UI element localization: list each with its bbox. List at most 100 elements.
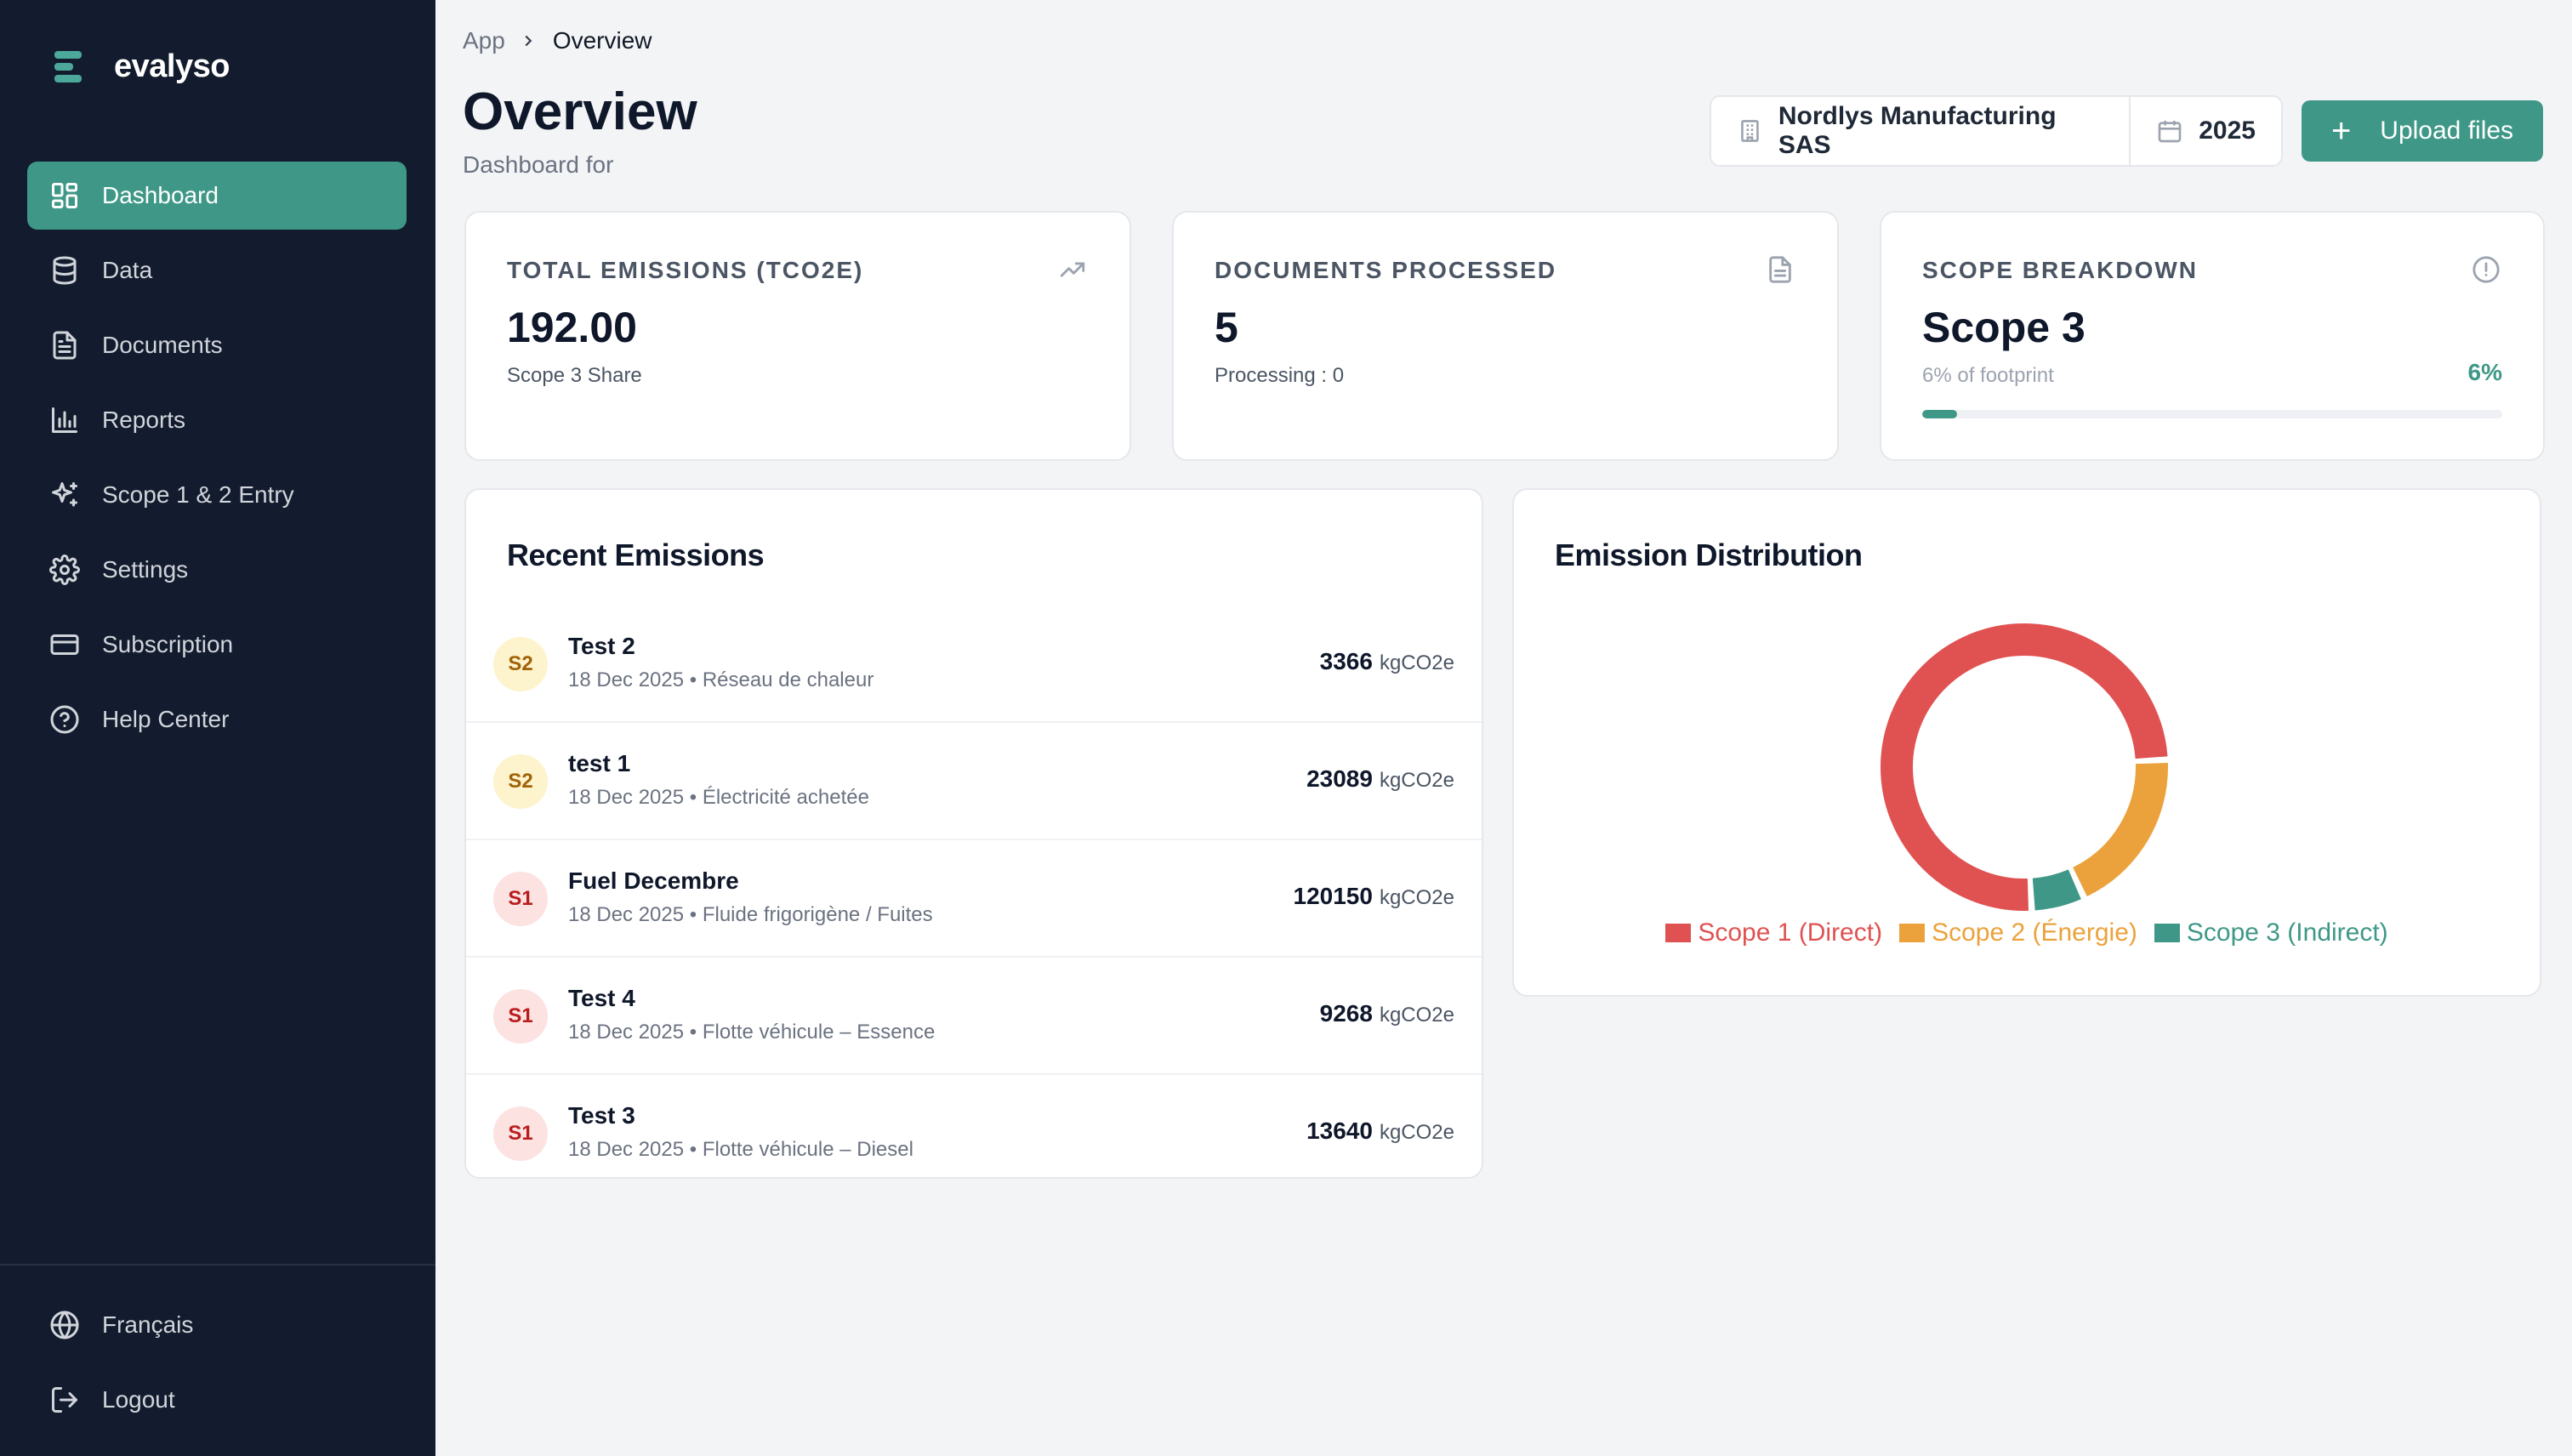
- emission-name: Fuel Decembre: [568, 867, 739, 894]
- stat-subtext: 6% of footprint: [1922, 364, 2054, 387]
- sidebar-item-help-center[interactable]: Help Center: [27, 685, 407, 754]
- language-label: Français: [102, 1311, 194, 1338]
- emission-name: Test 3: [568, 1102, 635, 1129]
- sidebar-item-label: Settings: [102, 556, 189, 583]
- scope-badge: S2: [493, 754, 548, 809]
- upload-files-label: Upload files: [2380, 117, 2514, 145]
- emission-amount: 120150: [1293, 883, 1373, 909]
- sidebar-item-reports[interactable]: Reports: [27, 386, 407, 454]
- building-icon: [1741, 120, 1759, 142]
- stat-value: 192.00: [507, 304, 637, 351]
- recent-emissions-card: Recent Emissions S2 Test 2 18 Dec 2025 • R…: [464, 488, 1483, 1179]
- stat-card-total-emissions: TOTAL EMISSIONS (TCO2E) 192.00 Scope 3 S…: [464, 211, 1131, 461]
- legend-label: Scope 1 (Direct): [1698, 919, 1883, 947]
- legend-item[interactable]: Scope 3 (Indirect): [2154, 919, 2388, 947]
- recent-emissions-list: S2 Test 2 18 Dec 2025 • Réseau de chaleur 3…: [466, 606, 1482, 1192]
- sidebar-nav: Dashboard Data Documents Reports Scope 1…: [27, 162, 407, 760]
- scope-progress-bar: [1922, 410, 2502, 418]
- brand-name: evalyso: [114, 48, 230, 84]
- logout-button[interactable]: Logout: [27, 1366, 408, 1434]
- emission-meta: 18 Dec 2025 • Réseau de chaleur: [568, 668, 874, 691]
- scope-badge: S1: [493, 989, 548, 1044]
- emission-distribution-card: Emission Distribution Scope 1 (Direct) Sc…: [1512, 488, 2541, 997]
- gear-icon: [48, 553, 82, 587]
- donut-chart: [1881, 623, 2168, 911]
- emission-meta: 18 Dec 2025 • Électricité achetée: [568, 786, 869, 809]
- legend-label: Scope 2 (Énergie): [1932, 919, 2137, 947]
- legend-swatch: [1899, 924, 1926, 942]
- bar-chart-icon: [48, 403, 82, 437]
- sidebar-footer: Français Logout: [0, 1264, 435, 1441]
- sidebar-item-data[interactable]: Data: [27, 236, 407, 304]
- scope-badge: S2: [493, 637, 548, 691]
- scope-percentage: 6%: [2467, 359, 2502, 385]
- language-switcher[interactable]: Français: [27, 1291, 408, 1359]
- stat-subtext: Processing : 0: [1215, 364, 1345, 387]
- main-content: App Overview Overview Dashboard for Nord…: [435, 0, 2572, 1456]
- emission-distribution-title: Emission Distribution: [1555, 537, 1863, 572]
- dashboard-icon: [48, 179, 82, 213]
- chevron-right-icon: [519, 31, 539, 51]
- scope-badge: S1: [493, 1106, 548, 1161]
- globe-icon: [48, 1308, 82, 1342]
- page-title: Overview: [463, 82, 697, 141]
- scope-badge: S1: [493, 872, 548, 926]
- sidebar-item-label: Scope 1 & 2 Entry: [102, 481, 294, 508]
- legend-swatch: [2154, 924, 2180, 942]
- emission-amount: 13640: [1306, 1118, 1373, 1144]
- breadcrumb-current: Overview: [552, 27, 652, 54]
- info-circle-icon: [2472, 255, 2502, 286]
- emission-amount: 9268: [1319, 1000, 1373, 1027]
- emission-unit: kgCO2e: [1379, 886, 1454, 909]
- emission-row[interactable]: S2 Test 2 18 Dec 2025 • Réseau de chaleur 3…: [466, 606, 1482, 723]
- sidebar-item-scope-entry[interactable]: Scope 1 & 2 Entry: [27, 461, 407, 529]
- emission-meta: 18 Dec 2025 • Flotte véhicule – Diesel: [568, 1138, 913, 1161]
- emission-value: 9268 kgCO2e: [1320, 1000, 1454, 1027]
- breadcrumb-root[interactable]: App: [463, 27, 505, 54]
- logout-label: Logout: [102, 1386, 175, 1413]
- emission-unit: kgCO2e: [1379, 651, 1454, 674]
- emission-meta: 18 Dec 2025 • Fluide frigorigène / Fuite…: [568, 903, 933, 926]
- emission-row[interactable]: S1 Fuel Decembre 18 Dec 2025 • Fluide frig…: [466, 840, 1482, 958]
- sidebar-item-settings[interactable]: Settings: [27, 536, 407, 604]
- page-subtitle: Dashboard for: [463, 151, 614, 178]
- emission-row[interactable]: S2 test 1 18 Dec 2025 • Électricité acheté…: [466, 723, 1482, 840]
- emission-row[interactable]: S1 Test 3 18 Dec 2025 • Flotte véhicule – …: [466, 1075, 1482, 1192]
- legend-label: Scope 3 (Indirect): [2186, 919, 2388, 947]
- donut-slice-scope2[interactable]: [2072, 762, 2168, 897]
- breadcrumb: App Overview: [463, 27, 652, 54]
- sidebar-item-subscription[interactable]: Subscription: [27, 611, 407, 679]
- emission-row[interactable]: S1 Test 4 18 Dec 2025 • Flotte véhicule – …: [466, 958, 1482, 1075]
- logout-icon: [48, 1383, 82, 1417]
- emission-value: 120150 kgCO2e: [1294, 883, 1454, 910]
- sidebar-item-label: Help Center: [102, 706, 230, 732]
- stat-label: DOCUMENTS PROCESSED: [1215, 257, 1557, 283]
- sparkles-icon: [48, 478, 82, 512]
- recent-emissions-title: Recent Emissions: [507, 537, 765, 572]
- legend-swatch: [1665, 924, 1692, 942]
- emission-value: 23089 kgCO2e: [1306, 765, 1454, 793]
- emission-unit: kgCO2e: [1379, 1004, 1454, 1027]
- upload-files-button[interactable]: + Upload files: [2302, 100, 2543, 162]
- brand[interactable]: evalyso: [51, 46, 230, 87]
- legend-item[interactable]: Scope 2 (Énergie): [1899, 919, 2137, 947]
- emission-name: Test 2: [568, 633, 635, 659]
- calendar-icon: [2158, 121, 2182, 143]
- company-selector[interactable]: Nordlys Manufacturing SAS: [1711, 97, 2129, 165]
- sidebar-item-documents[interactable]: Documents: [27, 311, 407, 379]
- sidebar-item-label: Documents: [102, 332, 223, 358]
- sidebar-item-label: Subscription: [102, 631, 234, 657]
- legend-item[interactable]: Scope 1 (Direct): [1665, 919, 1882, 947]
- year-selector[interactable]: 2025: [2131, 97, 2281, 165]
- help-circle-icon: [48, 702, 82, 737]
- stat-card-scope-breakdown: SCOPE BREAKDOWN Scope 3 6% of footprint …: [1880, 211, 2545, 461]
- emission-name: test 1: [568, 750, 631, 776]
- trending-up-icon: [1058, 255, 1089, 286]
- emission-value: 13640 kgCO2e: [1306, 1118, 1454, 1145]
- brand-logo-icon: [51, 46, 85, 87]
- donut-slice-scope3[interactable]: [2032, 869, 2081, 911]
- emission-unit: kgCO2e: [1379, 1121, 1454, 1144]
- context-selector: Nordlys Manufacturing SAS 2025: [1710, 95, 2283, 167]
- sidebar-item-dashboard[interactable]: Dashboard: [27, 162, 407, 230]
- scope-progress-fill: [1922, 410, 1957, 418]
